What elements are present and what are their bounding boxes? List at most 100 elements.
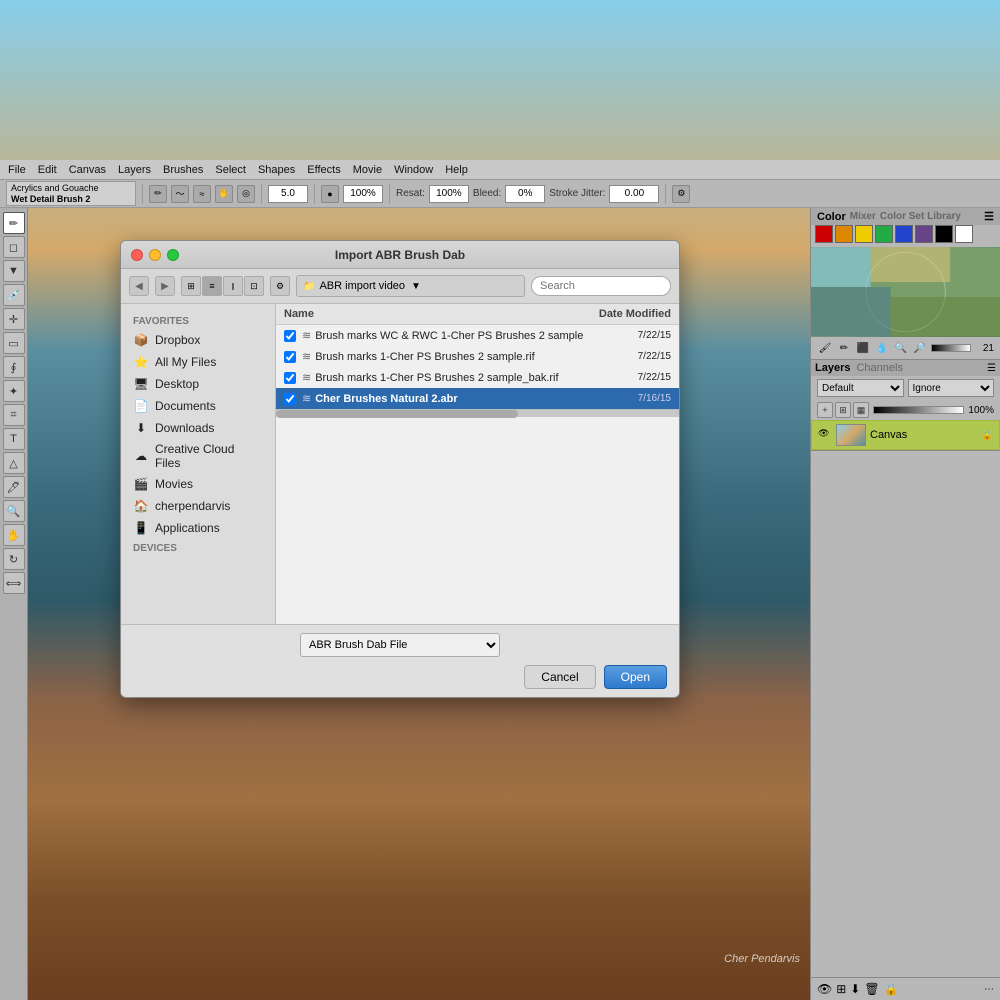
layers-menu-icon[interactable]: ☰ xyxy=(987,363,996,374)
file-item-2[interactable]: ≋ Brush marks 1-Cher PS Brushes 2 sample… xyxy=(276,367,679,388)
brush-info[interactable]: Acrylics and Gouache Wet Detail Brush 2 xyxy=(6,181,136,207)
brush-tool-5[interactable]: 🔍 xyxy=(893,340,909,356)
library-tab[interactable]: Color Set Library xyxy=(880,211,961,222)
properties-icon[interactable]: ⚙ xyxy=(672,185,690,203)
delete-icon[interactable]: 🗑 xyxy=(864,982,879,996)
circle-icon[interactable]: ◎ xyxy=(237,185,255,203)
bleed-input[interactable] xyxy=(505,185,545,203)
layer-visibility-icon[interactable]: 👁 xyxy=(818,428,832,442)
menu-help[interactable]: Help xyxy=(445,164,468,176)
mixer-tab[interactable]: Mixer xyxy=(850,211,876,222)
resat-input[interactable] xyxy=(429,185,469,203)
open-button[interactable]: Open xyxy=(604,665,667,689)
tool-lasso[interactable]: ∮ xyxy=(3,356,25,378)
sidebar-item-documents[interactable]: 📄 Documents xyxy=(121,395,275,417)
brush-tool-4[interactable]: 💧 xyxy=(874,340,890,356)
brush-tool-1[interactable]: 🖌 xyxy=(817,340,833,356)
copy-layer-btn[interactable]: ⊞ xyxy=(835,402,851,418)
opacity-input[interactable] xyxy=(343,185,383,203)
sidebar-item-home[interactable]: 🏠 cherpendarvis xyxy=(121,495,275,517)
tool-eyedropper[interactable]: 💉 xyxy=(3,284,25,306)
tool-zoom[interactable]: 🔍 xyxy=(3,500,25,522)
tool-crop[interactable]: ⌗ xyxy=(3,404,25,426)
merge-icon[interactable]: ⬇ xyxy=(850,982,860,996)
swatch-orange[interactable] xyxy=(835,225,853,243)
canvas-layer-row[interactable]: 👁 Canvas 🔒 xyxy=(811,420,1000,450)
minimize-button[interactable] xyxy=(149,249,161,261)
menu-window[interactable]: Window xyxy=(394,164,433,176)
tool-fill[interactable]: ▼ xyxy=(3,260,25,282)
search-input[interactable] xyxy=(531,276,671,296)
swatch-red[interactable] xyxy=(815,225,833,243)
maximize-button[interactable] xyxy=(167,249,179,261)
menu-edit[interactable]: Edit xyxy=(38,164,57,176)
tool-hand-pan[interactable]: ✋ xyxy=(3,524,25,546)
sidebar-item-all-my-files[interactable]: ⭐ All My Files xyxy=(121,351,275,373)
menu-effects[interactable]: Effects xyxy=(307,164,340,176)
close-button[interactable] xyxy=(131,249,143,261)
tool-brush[interactable]: ✏ xyxy=(3,212,25,234)
format-select[interactable]: ABR Brush Dab File All Files xyxy=(300,633,500,657)
collapse-icon[interactable]: ⋯ xyxy=(984,984,994,995)
view-list-btn[interactable]: ≡ xyxy=(202,276,222,296)
tool-move[interactable]: ✛ xyxy=(3,308,25,330)
swatch-black[interactable] xyxy=(935,225,953,243)
file-item-0[interactable]: ≋ Brush marks WC & RWC 1-Cher PS Brushes… xyxy=(276,325,679,346)
swatch-yellow[interactable] xyxy=(855,225,873,243)
file-item-1[interactable]: ≋ Brush marks 1-Cher PS Brushes 2 sample… xyxy=(276,346,679,367)
swatch-green[interactable] xyxy=(875,225,893,243)
sidebar-item-creative-cloud[interactable]: ☁ Creative Cloud Files xyxy=(121,439,275,473)
swatch-purple[interactable] xyxy=(915,225,933,243)
layer-lock-icon[interactable]: 🔒 xyxy=(982,430,993,441)
tool-rotate[interactable]: ↻ xyxy=(3,548,25,570)
file-checkbox-1[interactable] xyxy=(284,351,296,363)
menu-canvas[interactable]: Canvas xyxy=(69,164,106,176)
menu-movie[interactable]: Movie xyxy=(353,164,382,176)
tool-text[interactable]: T xyxy=(3,428,25,450)
layer-opacity-slider[interactable] xyxy=(873,406,964,414)
brush-tool-3[interactable]: ⬛ xyxy=(855,340,871,356)
tool-magic-wand[interactable]: ✦ xyxy=(3,380,25,402)
brush-tool-6[interactable]: 🔎 xyxy=(912,340,928,356)
eye-icon[interactable]: 👁 xyxy=(817,982,832,996)
stroke-jitter-input[interactable] xyxy=(609,185,659,203)
file-item-3[interactable]: ≋ Cher Brushes Natural 2.abr 7/16/15 xyxy=(276,388,679,409)
nav-back-btn[interactable]: ◀ xyxy=(129,276,149,296)
brush-tool-2[interactable]: ✏ xyxy=(836,340,852,356)
view-cover-btn[interactable]: ⊡ xyxy=(244,276,264,296)
scrollbar-thumb[interactable] xyxy=(276,410,518,418)
panel-menu-icon[interactable]: ☰ xyxy=(984,210,994,223)
opacity-icon[interactable]: ● xyxy=(321,185,339,203)
tool-mirror[interactable]: ⟺ xyxy=(3,572,25,594)
group-layer-btn[interactable]: ▦ xyxy=(853,402,869,418)
color-opacity-slider[interactable] xyxy=(931,344,971,352)
sidebar-item-movies[interactable]: 🎬 Movies xyxy=(121,473,275,495)
view-columns-btn[interactable]: ⫾ xyxy=(223,276,243,296)
tool-eraser[interactable]: ◻ xyxy=(3,236,25,258)
layers-tab[interactable]: Layers xyxy=(815,362,850,374)
blend-mode-select[interactable]: Default xyxy=(817,379,904,397)
sidebar-item-desktop[interactable]: 🖥 Desktop xyxy=(121,373,275,395)
new-layer-btn[interactable]: + xyxy=(817,402,833,418)
menu-layers[interactable]: Layers xyxy=(118,164,151,176)
menu-file[interactable]: File xyxy=(8,164,26,176)
tool-select[interactable]: ▭ xyxy=(3,332,25,354)
tool-shape[interactable]: △ xyxy=(3,452,25,474)
location-bar[interactable]: 📁 ABR import video ▼ xyxy=(296,275,525,297)
swatch-white[interactable] xyxy=(955,225,973,243)
nav-forward-btn[interactable]: ▶ xyxy=(155,276,175,296)
sidebar-item-applications[interactable]: 📱 Applications xyxy=(121,517,275,539)
file-list-scrollbar[interactable] xyxy=(276,409,679,417)
file-checkbox-0[interactable] xyxy=(284,330,296,342)
file-checkbox-3[interactable] xyxy=(284,393,296,405)
copy-icon[interactable]: ⊞ xyxy=(836,982,846,996)
bristle-icon[interactable]: 〜 xyxy=(171,185,189,203)
wave-icon[interactable]: ≈ xyxy=(193,185,211,203)
sidebar-item-downloads[interactable]: ⬇ Downloads xyxy=(121,417,275,439)
channels-tab[interactable]: Channels xyxy=(856,362,902,374)
swatch-blue[interactable] xyxy=(895,225,913,243)
hand-icon[interactable]: ✋ xyxy=(215,185,233,203)
color-wheel-area[interactable] xyxy=(811,247,1000,337)
size-input[interactable] xyxy=(268,185,308,203)
cancel-button[interactable]: Cancel xyxy=(524,665,595,689)
